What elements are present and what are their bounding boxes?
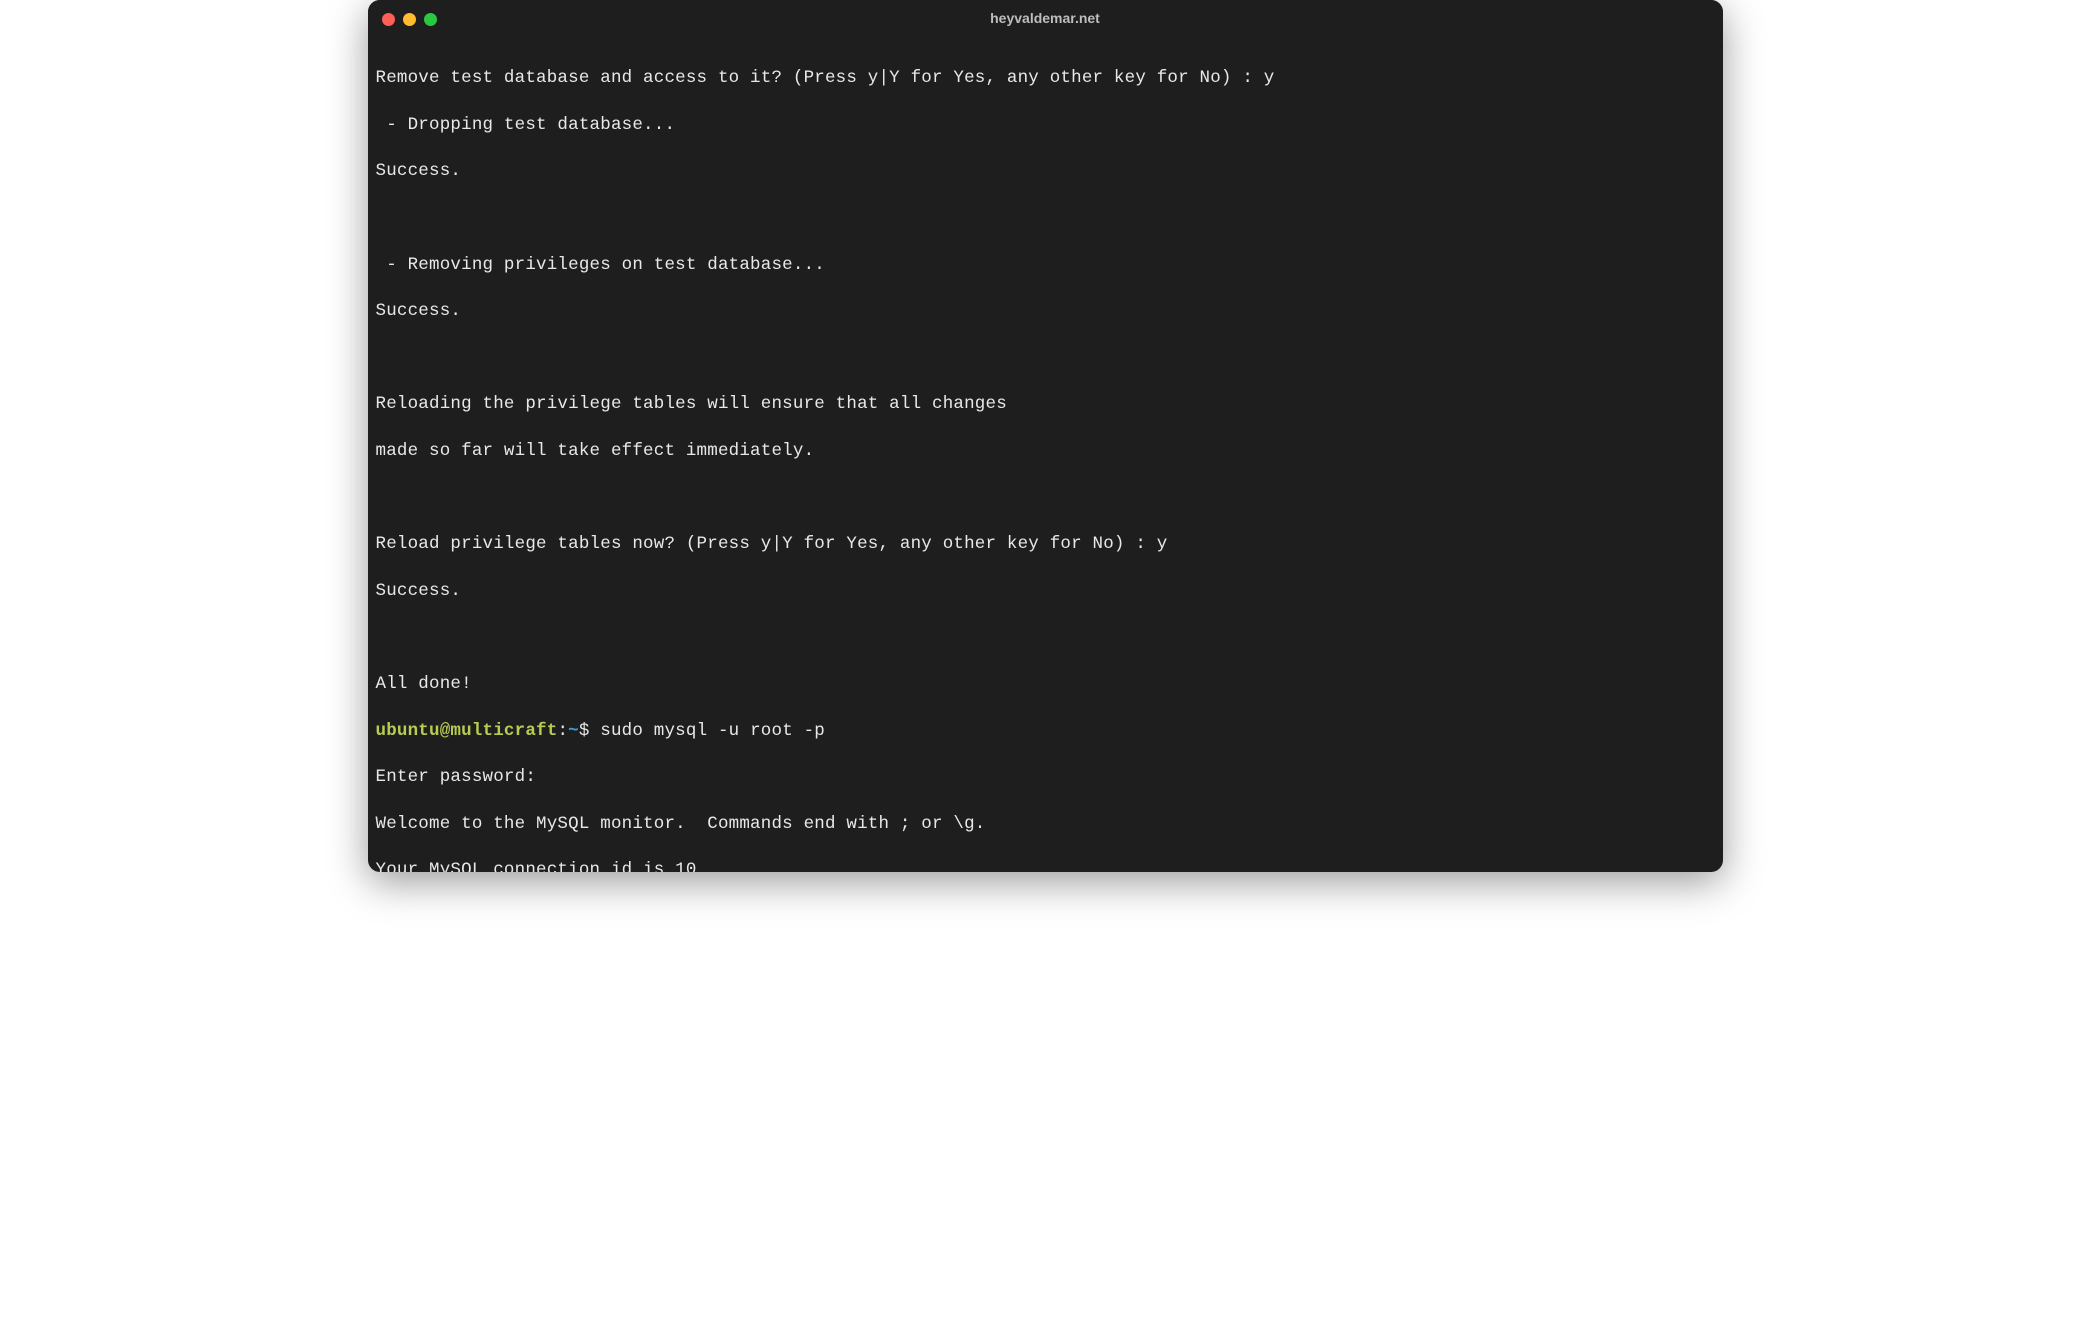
output-line (376, 207, 1713, 230)
traffic-lights (382, 13, 437, 26)
output-line: made so far will take effect immediately… (376, 440, 1713, 463)
output-line: Success. (376, 160, 1713, 183)
output-line: Remove test database and access to it? (… (376, 67, 1713, 90)
prompt-dollar: $ (579, 721, 600, 741)
output-line: - Removing privileges on test database..… (376, 254, 1713, 277)
prompt-host: multicraft (450, 721, 557, 741)
output-line (376, 487, 1713, 510)
output-line: All done! (376, 673, 1713, 696)
output-line: - Dropping test database... (376, 114, 1713, 137)
output-line: Reload privilege tables now? (Press y|Y … (376, 533, 1713, 556)
output-line: Success. (376, 580, 1713, 603)
terminal-body[interactable]: Remove test database and access to it? (… (368, 38, 1723, 872)
close-icon[interactable] (382, 13, 395, 26)
output-line (376, 626, 1713, 649)
prompt-user: ubuntu (376, 721, 440, 741)
prompt-at: @ (440, 721, 451, 741)
output-line: Success. (376, 300, 1713, 323)
output-line (376, 347, 1713, 370)
terminal-window: heyvaldemar.net Remove test database and… (368, 0, 1723, 872)
prompt-colon: : (557, 721, 568, 741)
command-text: sudo mysql -u root -p (600, 721, 825, 741)
prompt-path: ~ (568, 721, 579, 741)
maximize-icon[interactable] (424, 13, 437, 26)
output-line: Enter password: (376, 766, 1713, 789)
output-line: Your MySQL connection id is 10 (376, 859, 1713, 872)
output-line: Welcome to the MySQL monitor. Commands e… (376, 813, 1713, 836)
window-title: heyvaldemar.net (368, 7, 1723, 30)
titlebar: heyvaldemar.net (368, 0, 1723, 38)
minimize-icon[interactable] (403, 13, 416, 26)
output-line: Reloading the privilege tables will ensu… (376, 393, 1713, 416)
prompt-line: ubuntu@multicraft:~$ sudo mysql -u root … (376, 720, 1713, 743)
